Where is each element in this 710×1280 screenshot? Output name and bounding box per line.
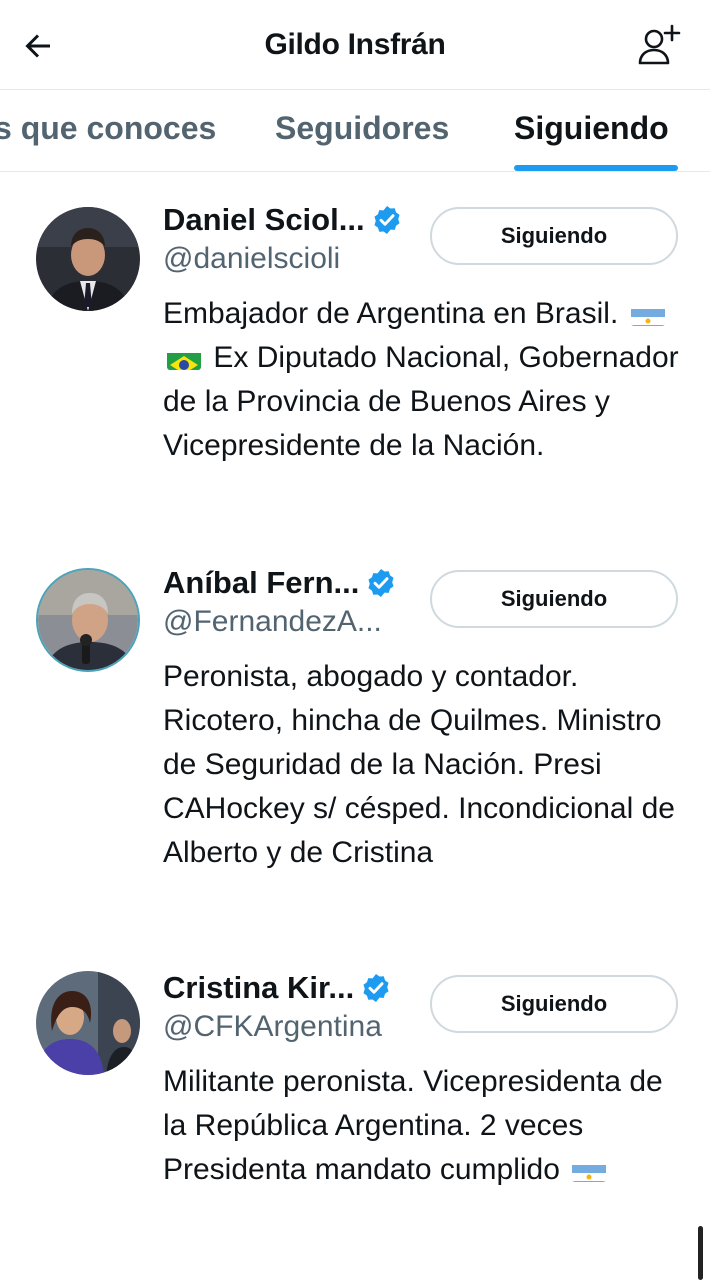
user-name: Cristina Kir... <box>163 970 355 1005</box>
verified-badge-icon <box>363 974 389 1002</box>
user-handle[interactable]: @CFKArgentina <box>163 1010 382 1044</box>
top-bar: Gildo Insfrán <box>0 0 710 90</box>
avatar[interactable] <box>36 568 140 672</box>
avatar[interactable] <box>36 971 140 1075</box>
add-user-icon <box>638 24 681 65</box>
bio-text: Ex Diputado Nacional, Gobernador de la P… <box>163 341 679 462</box>
user-handle[interactable]: @FernandezA... <box>163 605 382 639</box>
verified-badge-icon <box>374 206 400 234</box>
user-handle[interactable]: @danielscioli <box>163 242 340 276</box>
verified-badge-icon <box>368 569 394 597</box>
page-title: Gildo Insfrán <box>264 28 446 61</box>
tab-following[interactable]: Siguiendo <box>514 110 669 147</box>
argentina-flag-icon <box>572 1158 607 1182</box>
tab-bar: s que conoces Seguidores Siguiendo <box>0 90 710 172</box>
following-button[interactable]: Siguiendo <box>430 207 678 265</box>
user-name-link[interactable]: Cristina Kir... <box>163 968 392 1008</box>
scrollbar[interactable] <box>698 1226 703 1280</box>
bio-text: Embajador de Argentina en Brasil. <box>163 297 619 330</box>
user-name-link[interactable]: Aníbal Fern... <box>163 563 397 603</box>
user-name: Daniel Sciol... <box>163 202 365 237</box>
avatar[interactable] <box>36 207 140 311</box>
following-button[interactable]: Siguiendo <box>430 975 678 1033</box>
argentina-flag-icon <box>630 302 665 326</box>
user-name: Aníbal Fern... <box>163 565 360 600</box>
brazil-flag-icon <box>167 346 201 370</box>
tab-followers[interactable]: Seguidores <box>275 110 449 147</box>
user-bio: Embajador de Argentina en Brasil. Ex Dip… <box>163 292 693 468</box>
user-bio: Militante peronista. Vicepresidenta de l… <box>163 1060 693 1192</box>
user-bio: Peronista, abogado y contador. Ricotero,… <box>163 660 675 869</box>
following-button[interactable]: Siguiendo <box>430 570 678 628</box>
tab-known-followers[interactable]: s que conoces <box>0 110 216 147</box>
user-name-link[interactable]: Daniel Sciol... <box>163 200 403 240</box>
active-tab-indicator <box>514 165 678 171</box>
add-user-button[interactable] <box>634 22 684 72</box>
